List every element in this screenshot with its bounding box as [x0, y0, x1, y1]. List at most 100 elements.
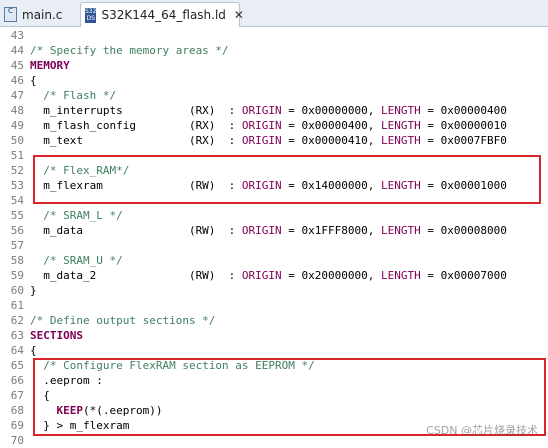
- line-number: 53: [10, 179, 24, 192]
- code-line[interactable]: 44 /* Specify the memory areas */: [0, 43, 548, 58]
- code-token: = 0x00000010: [420, 119, 507, 132]
- line-number: 51: [10, 149, 24, 162]
- code-token: = 0x00007000: [420, 269, 507, 282]
- line-number: 43: [10, 29, 24, 42]
- code-line[interactable]: 49 m_flash_config (RX) : ORIGIN = 0x0000…: [0, 118, 548, 133]
- code-text: /* Flash */: [30, 88, 116, 103]
- code-token: MEMORY: [30, 59, 70, 72]
- code-token: LENGTH: [381, 104, 421, 117]
- code-token: = 0x20000000,: [281, 269, 382, 282]
- code-token: /* Specify the memory areas */: [30, 44, 229, 57]
- code-token: ORIGIN: [241, 119, 282, 132]
- line-number: 61: [10, 299, 24, 312]
- line-number: 45: [10, 59, 24, 72]
- code-line[interactable]: 60}: [0, 283, 548, 298]
- code-line[interactable]: 56 m_data (RW) : ORIGIN = 0x1FFF8000, LE…: [0, 223, 548, 238]
- code-text: }: [30, 283, 37, 298]
- code-text: /* Specify the memory areas */: [30, 43, 229, 58]
- code-token: {: [30, 74, 37, 87]
- code-line[interactable]: 50 m_text (RX) : ORIGIN = 0x00000410, LE…: [0, 133, 548, 148]
- code-token: /* SRAM_U */: [43, 254, 123, 267]
- line-number: 47: [10, 89, 24, 102]
- line-number: 44: [10, 44, 24, 57]
- tab-label: S32K144_64_flash.ld: [101, 8, 226, 22]
- code-token: = 0x00000410,: [281, 134, 382, 147]
- tab-flash-ld[interactable]: S32 DS S32K144_64_flash.ld ✕: [80, 2, 244, 27]
- code-text: /* Define output sections */: [30, 313, 215, 328]
- line-number: 60: [10, 284, 24, 297]
- code-token: LENGTH: [381, 119, 421, 132]
- line-number: 54: [10, 194, 24, 207]
- code-text: /* SRAM_L */: [30, 208, 122, 223]
- code-token: ORIGIN: [241, 224, 282, 237]
- code-token: {: [30, 344, 37, 357]
- line-number: 52: [10, 164, 24, 177]
- code-token: m_interrupts (RX) :: [30, 104, 242, 117]
- code-token: = 0x0007FBF0: [420, 134, 507, 147]
- code-line[interactable]: 64 {: [0, 343, 548, 358]
- line-number: 67: [10, 389, 24, 402]
- code-line[interactable]: 45 MEMORY: [0, 58, 548, 73]
- code-line[interactable]: 62 /* Define output sections */: [0, 313, 548, 328]
- code-text: MEMORY: [30, 58, 70, 73]
- code-token: }: [30, 284, 37, 297]
- code-text: m_data_2 (RW) : ORIGIN = 0x20000000, LEN…: [30, 268, 507, 283]
- code-text: m_text (RX) : ORIGIN = 0x00000410, LENGT…: [30, 133, 507, 148]
- code-text: {: [30, 343, 37, 358]
- code-token: ORIGIN: [241, 104, 282, 117]
- code-text: SECTIONS: [30, 328, 83, 343]
- code-text: m_interrupts (RX) : ORIGIN = 0x00000000,…: [30, 103, 507, 118]
- tab-main-c[interactable]: C main.c: [0, 2, 80, 27]
- line-number: 46: [10, 74, 24, 87]
- code-token: m_flash_config (RX) :: [30, 119, 242, 132]
- line-number: 68: [10, 404, 24, 417]
- line-number: 59: [10, 269, 24, 282]
- code-token: LENGTH: [381, 269, 421, 282]
- code-line[interactable]: 57: [0, 238, 548, 253]
- code-text: m_data (RW) : ORIGIN = 0x1FFF8000, LENGT…: [30, 223, 507, 238]
- flexram-highlight-box: [33, 155, 541, 204]
- code-token: m_text (RX) :: [30, 134, 242, 147]
- code-token: SECTIONS: [30, 329, 83, 342]
- line-number: 50: [10, 134, 24, 147]
- code-line[interactable]: 55 /* SRAM_L */: [0, 208, 548, 223]
- code-line[interactable]: 43: [0, 28, 548, 43]
- code-token: m_data_2 (RW) :: [30, 269, 242, 282]
- code-token: = 0x1FFF8000,: [281, 224, 382, 237]
- editor-tab-bar: C main.c S32 DS S32K144_64_flash.ld ✕: [0, 0, 548, 27]
- code-token: = 0x00000000,: [281, 104, 382, 117]
- close-icon[interactable]: ✕: [234, 8, 244, 22]
- code-line[interactable]: 48 m_interrupts (RX) : ORIGIN = 0x000000…: [0, 103, 548, 118]
- code-line[interactable]: 63 SECTIONS: [0, 328, 548, 343]
- line-number: 65: [10, 359, 24, 372]
- watermark: CSDN @芯片烧录技术: [426, 424, 538, 437]
- line-number: 55: [10, 209, 24, 222]
- code-token: LENGTH: [381, 134, 421, 147]
- code-text: {: [30, 73, 37, 88]
- code-line[interactable]: 47 /* Flash */: [0, 88, 548, 103]
- line-number: 63: [10, 329, 24, 342]
- tab-label: main.c: [22, 7, 63, 22]
- code-line[interactable]: 46 {: [0, 73, 548, 88]
- code-token: = 0x00000400,: [281, 119, 382, 132]
- code-line[interactable]: 58 /* SRAM_U */: [0, 253, 548, 268]
- code-token: /* Define output sections */: [30, 314, 216, 327]
- line-number: 58: [10, 254, 24, 267]
- code-token: = 0x00008000: [420, 224, 507, 237]
- ld-file-icon: S32 DS: [85, 7, 97, 23]
- code-line[interactable]: 61: [0, 298, 548, 313]
- line-number: 48: [10, 104, 24, 117]
- line-number: 56: [10, 224, 24, 237]
- code-text: /* SRAM_U */: [30, 253, 123, 268]
- code-token: m_data (RW) :: [30, 224, 242, 237]
- code-token: LENGTH: [381, 224, 421, 237]
- code-token: ORIGIN: [241, 134, 282, 147]
- code-token: = 0x00000400: [420, 104, 507, 117]
- code-token: /* Flash */: [43, 89, 117, 102]
- line-number: 64: [10, 344, 24, 357]
- c-file-icon: C: [4, 7, 17, 22]
- code-line[interactable]: 59 m_data_2 (RW) : ORIGIN = 0x20000000, …: [0, 268, 548, 283]
